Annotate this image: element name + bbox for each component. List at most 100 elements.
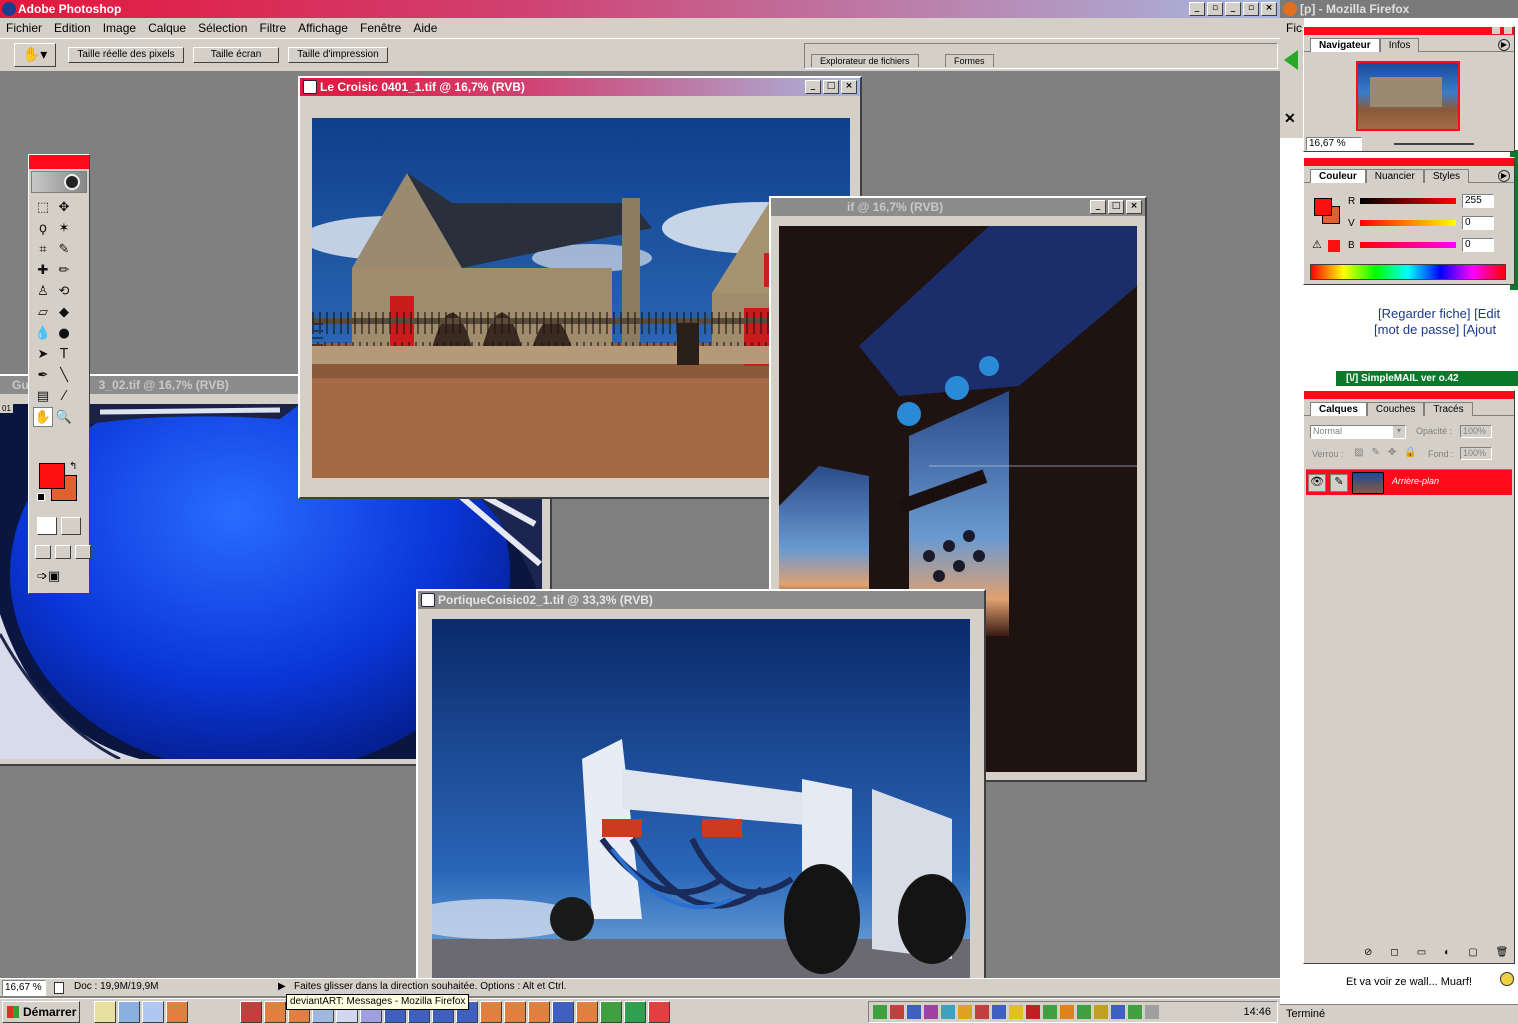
tray-icon-10[interactable] [1026, 1005, 1040, 1019]
close-icon[interactable]: × [841, 80, 857, 94]
start-button[interactable]: Démarrer [2, 1001, 80, 1023]
tab-file-browser[interactable]: Explorateur de fichiers [811, 54, 919, 67]
minimize-doc-icon[interactable]: _ [1225, 2, 1241, 16]
tray-icon-8[interactable] [992, 1005, 1006, 1019]
zoom-field[interactable]: 16,67 % [2, 980, 46, 996]
tab-channels[interactable]: Couches [1366, 402, 1425, 416]
fill-value[interactable]: 100% [1460, 447, 1492, 460]
bucket-tool-icon[interactable]: ◆ [54, 302, 74, 322]
tab-layers[interactable]: Calques [1310, 402, 1367, 416]
task-photoshop-icon[interactable] [240, 1001, 262, 1023]
navigator-thumbnail[interactable] [1356, 61, 1460, 131]
quickmask-mode-icon[interactable] [61, 517, 81, 535]
magic-wand-icon[interactable]: ✶ [54, 218, 74, 238]
standard-mode-icon[interactable] [37, 517, 57, 535]
line-tool-icon[interactable]: ╲ [54, 365, 74, 385]
brush-tool-icon[interactable]: ✏ [54, 260, 74, 280]
lock-icons[interactable]: ▨✎✥🔒 [1354, 447, 1425, 458]
notes-tool-icon[interactable]: ▤ [33, 386, 53, 406]
hand-tool-preset[interactable]: ✋▾ [14, 43, 56, 67]
palette-menu-arrow-icon[interactable]: ▶ [1498, 170, 1510, 182]
tray-icon-12[interactable] [1060, 1005, 1074, 1019]
tab-brushes[interactable]: Formes [945, 54, 994, 67]
screen-standard-icon[interactable] [35, 545, 51, 559]
menu-selection[interactable]: Sélection [192, 18, 253, 38]
task-firefox-6-icon[interactable] [576, 1001, 598, 1023]
r-value[interactable]: 255 [1462, 194, 1494, 208]
tray-icon-2[interactable] [890, 1005, 904, 1019]
task-stop-icon[interactable] [648, 1001, 670, 1023]
b-value[interactable]: 0 [1462, 238, 1494, 252]
ps-app-icon[interactable] [2, 2, 16, 16]
tray-icon-6[interactable] [958, 1005, 972, 1019]
tray-icon-17[interactable] [1145, 1005, 1159, 1019]
firefox-quick-icon[interactable] [166, 1001, 188, 1023]
toolbox-logo[interactable] [31, 171, 87, 193]
pen-tool-icon[interactable]: ✒ [33, 365, 53, 385]
tab-color[interactable]: Couleur [1310, 169, 1366, 183]
color-spectrum-bar[interactable] [1310, 264, 1506, 280]
new-set-icon[interactable]: ▭ [1417, 947, 1426, 958]
palette-min-icon[interactable] [1492, 27, 1500, 34]
menu-affichage[interactable]: Affichage [292, 18, 354, 38]
restore-icon[interactable]: ▫ [1207, 2, 1223, 16]
menu-fichier[interactable]: Fichier [0, 18, 48, 38]
tray-icon-1[interactable] [873, 1005, 887, 1019]
color-fg-swatch[interactable] [1314, 198, 1332, 216]
tray-icon-14[interactable] [1094, 1005, 1108, 1019]
jump-to-imageready-icon[interactable]: ➩▣ [37, 569, 81, 587]
layer-mask-icon[interactable]: ◻ [1390, 947, 1398, 958]
minimize-icon[interactable]: _ [1090, 200, 1106, 214]
tray-icon-3[interactable] [907, 1005, 921, 1019]
task-music-icon[interactable] [600, 1001, 622, 1023]
maximize-icon[interactable]: □ [1108, 200, 1124, 214]
blur-tool-icon[interactable]: 💧 [33, 323, 53, 343]
v-slider[interactable] [1360, 220, 1456, 226]
opacity-value[interactable]: 100% [1460, 425, 1492, 438]
brush-edit-icon[interactable]: ✎ [1330, 474, 1348, 492]
zoom-tool-icon[interactable]: 🔍 [54, 407, 74, 427]
navigator-zoom-field[interactable]: 16,67 % [1306, 137, 1362, 151]
toolbox-titlebar[interactable] [29, 155, 89, 169]
eraser-tool-icon[interactable]: ▱ [33, 302, 53, 322]
tray-icon-4[interactable] [924, 1005, 938, 1019]
doc-bridge-titlebar[interactable]: if @ 16,7% (RVB) [771, 198, 1145, 216]
layers-titlebar[interactable] [1304, 391, 1514, 399]
palette-close-icon[interactable] [1504, 27, 1512, 34]
tray-icon-7[interactable] [975, 1005, 989, 1019]
default-colors-icon[interactable] [37, 493, 45, 501]
close-icon[interactable]: × [1126, 200, 1142, 214]
new-layer-icon[interactable]: ▢ [1468, 947, 1477, 958]
layer-row[interactable]: 👁 ✎ Arrière-plan [1306, 469, 1512, 495]
tray-icon-13[interactable] [1077, 1005, 1091, 1019]
app-icon[interactable] [142, 1001, 164, 1023]
tray-icon-11[interactable] [1043, 1005, 1057, 1019]
fit-screen-button[interactable]: Taille écran [193, 47, 279, 63]
page-link-password[interactable]: [mot de passe] [Ajout [1374, 322, 1496, 337]
task-word5-icon[interactable] [552, 1001, 574, 1023]
tray-icon-15[interactable] [1111, 1005, 1125, 1019]
explorer-icon[interactable] [118, 1001, 140, 1023]
task-excel-icon[interactable] [624, 1001, 646, 1023]
swap-colors-icon[interactable]: ↰ [69, 461, 77, 472]
menu-image[interactable]: Image [97, 18, 142, 38]
menu-calque[interactable]: Calque [142, 18, 192, 38]
dodge-tool-icon[interactable]: ● [54, 323, 74, 343]
actual-pixels-button[interactable]: Taille réelle des pixels [68, 47, 184, 63]
minimize-icon[interactable]: _ [1189, 2, 1205, 16]
gamut-swatch[interactable] [1328, 240, 1340, 252]
gamut-warning-icon[interactable]: ⚠ [1312, 238, 1322, 251]
menu-filtre[interactable]: Filtre [253, 18, 292, 38]
marquee-tool-icon[interactable]: ⬚ [33, 197, 53, 217]
b-slider[interactable] [1360, 242, 1456, 248]
doc-portique-image[interactable] [432, 619, 970, 979]
restore-doc-icon[interactable]: ▫ [1243, 2, 1259, 16]
task-firefox-5-icon[interactable] [528, 1001, 550, 1023]
path-select-icon[interactable]: ➤ [33, 344, 53, 364]
trash-icon[interactable]: 🗑 [1496, 947, 1509, 958]
foreground-color-swatch-front[interactable] [39, 463, 65, 489]
stop-icon[interactable]: ✕ [1284, 110, 1296, 127]
tray-icon-5[interactable] [941, 1005, 955, 1019]
tray-icon-16[interactable] [1128, 1005, 1142, 1019]
type-tool-icon[interactable]: T [54, 344, 74, 364]
